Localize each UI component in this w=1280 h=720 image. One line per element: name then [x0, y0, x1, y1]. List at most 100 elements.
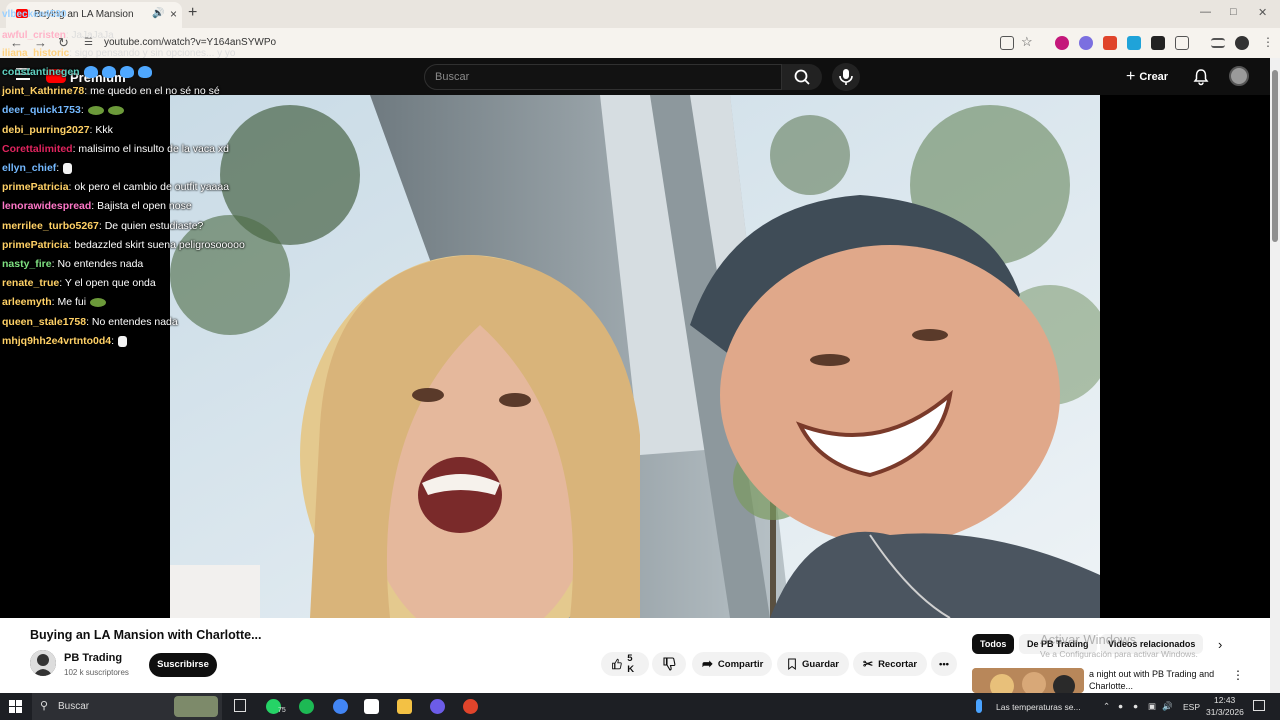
- extension-translate-icon[interactable]: [1127, 36, 1141, 50]
- tray-app-icon[interactable]: ●: [1118, 701, 1123, 711]
- extension-shield-icon[interactable]: [1055, 36, 1069, 50]
- chat-username: mhjq9hh2e4vrtnto0d4: [2, 334, 112, 347]
- frog-emote-icon: [107, 106, 124, 116]
- chat-username: constantinegen: [2, 66, 80, 78]
- close-window-icon[interactable]: ✕: [1258, 6, 1267, 19]
- filter-chip-all[interactable]: Todos: [972, 634, 1015, 654]
- like-button[interactable]: 5 K: [601, 652, 649, 676]
- account-avatar[interactable]: [1229, 66, 1249, 86]
- chevron-right-icon[interactable]: ›: [1218, 637, 1222, 652]
- more-actions-button[interactable]: •••: [931, 652, 957, 676]
- search-icon: [794, 69, 810, 85]
- butterfly-emote-icon: [119, 66, 134, 79]
- page-scrollbar[interactable]: [1270, 58, 1280, 693]
- video-player[interactable]: [170, 95, 1100, 618]
- chat-username: nasty_fire: [2, 258, 52, 270]
- chat-username: Corettalimited: [2, 142, 73, 155]
- discord-icon[interactable]: [430, 699, 445, 714]
- spotify-icon[interactable]: [299, 699, 314, 714]
- speaker-icon[interactable]: 🔊: [152, 8, 164, 19]
- windows-start-icon[interactable]: [9, 700, 22, 713]
- reading-list-icon[interactable]: [1211, 38, 1225, 48]
- chrome-icon[interactable]: [333, 699, 348, 714]
- save-button[interactable]: Guardar: [777, 652, 849, 676]
- chat-line: arleemyth: Me fui: [2, 296, 107, 309]
- recommended-video-title[interactable]: a night out with PB Trading and Charlott…: [1089, 668, 1229, 692]
- tab-close-icon[interactable]: ×: [170, 7, 177, 21]
- task-view-icon[interactable]: [234, 699, 246, 712]
- extension-dark-icon[interactable]: [1151, 36, 1165, 50]
- chat-line: debi_purring2027: Kkk: [2, 124, 113, 136]
- chat-line: joint_Kathrine78: me quedo en el no sé n…: [2, 85, 220, 97]
- chat-message: : No entendes nada: [51, 258, 144, 270]
- chat-message: : Me fui: [51, 296, 87, 309]
- language-indicator[interactable]: ESP: [1183, 702, 1200, 712]
- chat-line: primePatricia: bedazzled skirt suena pel…: [2, 239, 245, 251]
- clock-time[interactable]: 12:43: [1214, 695, 1235, 705]
- clock-date[interactable]: 31/3/2026: [1206, 707, 1244, 717]
- recommended-video-thumbnail[interactable]: [972, 668, 1084, 693]
- scissors-icon: ✂: [863, 657, 874, 671]
- channel-avatar[interactable]: [30, 650, 56, 676]
- weather-text[interactable]: Las temperaturas se...: [996, 702, 1081, 712]
- chat-message: : De quien estudiaste?: [98, 219, 204, 232]
- windows-activation-hint: Ve a Configuración para activar Windows.: [1040, 649, 1198, 659]
- chat-message: : ok pero el cambio de outfit yaaaa: [68, 181, 230, 194]
- search-highlight-icon: [174, 696, 218, 717]
- extensions-puzzle-icon[interactable]: [1175, 36, 1189, 50]
- microphone-tray-icon[interactable]: ●: [1133, 701, 1138, 711]
- dislike-button[interactable]: [652, 652, 686, 676]
- chat-line: nasty_fire: No entendes nada: [2, 258, 143, 270]
- search-icon: ⚲: [40, 700, 49, 712]
- search-input[interactable]: Buscar: [424, 64, 782, 90]
- windows-taskbar: ⚲ Buscar 75 Las temperaturas se... ⌃ ● ●…: [0, 693, 1280, 720]
- maximize-icon[interactable]: □: [1230, 6, 1237, 18]
- voice-search-button[interactable]: [832, 63, 860, 91]
- tray-chevron-icon[interactable]: ⌃: [1103, 701, 1110, 712]
- tradingview-icon[interactable]: [364, 699, 379, 714]
- share-button[interactable]: ➦ Compartir: [692, 652, 772, 676]
- extension-ai-icon[interactable]: [1079, 36, 1093, 50]
- scrollbar-thumb[interactable]: [1272, 70, 1278, 242]
- install-app-icon[interactable]: [1000, 36, 1014, 50]
- chat-message: : No entendes nada: [86, 315, 178, 328]
- volume-icon[interactable]: 🔊: [1162, 701, 1173, 712]
- chat-message: : Bajista el open nose: [91, 200, 192, 213]
- create-button[interactable]: + Crear: [1126, 67, 1168, 87]
- browser-tab-bar: Buying an LA Mansion with... 🔊 × + — □ ✕: [0, 0, 1280, 28]
- profile-icon[interactable]: [1235, 36, 1249, 50]
- chat-line: iliana_historic: sigo pensando y sin opc…: [2, 48, 235, 59]
- extension-fox-icon[interactable]: [1103, 36, 1117, 50]
- file-explorer-icon[interactable]: [397, 699, 412, 714]
- chat-message: : me quedo en el no sé no sé: [84, 85, 220, 98]
- chat-line: deer_quick1753:: [2, 104, 124, 116]
- share-icon: ➦: [702, 656, 713, 671]
- share-label: Compartir: [717, 658, 764, 670]
- thumbs-down-icon: [663, 657, 676, 671]
- network-icon[interactable]: ▣: [1148, 701, 1156, 712]
- clip-button[interactable]: ✂ Recortar: [853, 652, 927, 676]
- taskbar-search[interactable]: ⚲ Buscar: [32, 693, 222, 720]
- weather-icon[interactable]: [976, 699, 982, 713]
- url-field[interactable]: youtube.com/watch?v=Y164anSYWPo: [104, 37, 276, 48]
- search-button[interactable]: [782, 64, 822, 90]
- chat-line: renate_true: Y el open que onda: [2, 277, 156, 289]
- chat-username: arleemyth: [2, 296, 52, 309]
- app-icon[interactable]: [463, 699, 478, 714]
- minimize-icon[interactable]: —: [1200, 6, 1211, 18]
- recommended-more-icon[interactable]: ⋮: [1232, 668, 1244, 682]
- bookmark-star-icon[interactable]: ☆: [1021, 34, 1033, 50]
- chat-message: : bedazzled skirt suena peligrosooooo: [68, 238, 245, 251]
- channel-name[interactable]: PB Trading: [64, 652, 122, 664]
- notifications-bell-icon[interactable]: [1192, 68, 1210, 86]
- browser-menu-icon[interactable]: ⋮: [1262, 35, 1274, 49]
- notifications-icon[interactable]: [1253, 700, 1265, 711]
- new-tab-button[interactable]: +: [188, 4, 197, 22]
- chat-username: primePatricia: [2, 238, 69, 251]
- chat-username: joint_Kathrine78: [2, 85, 85, 98]
- chat-message: : sigo pensando y sin opciones... y yo: [69, 48, 236, 59]
- subscribe-button[interactable]: Suscribirse: [149, 653, 217, 677]
- chat-line: constantinegen: [2, 66, 152, 79]
- chat-line: ellyn_chief:: [2, 162, 73, 174]
- subscriber-count: 102 k suscriptores: [64, 668, 129, 677]
